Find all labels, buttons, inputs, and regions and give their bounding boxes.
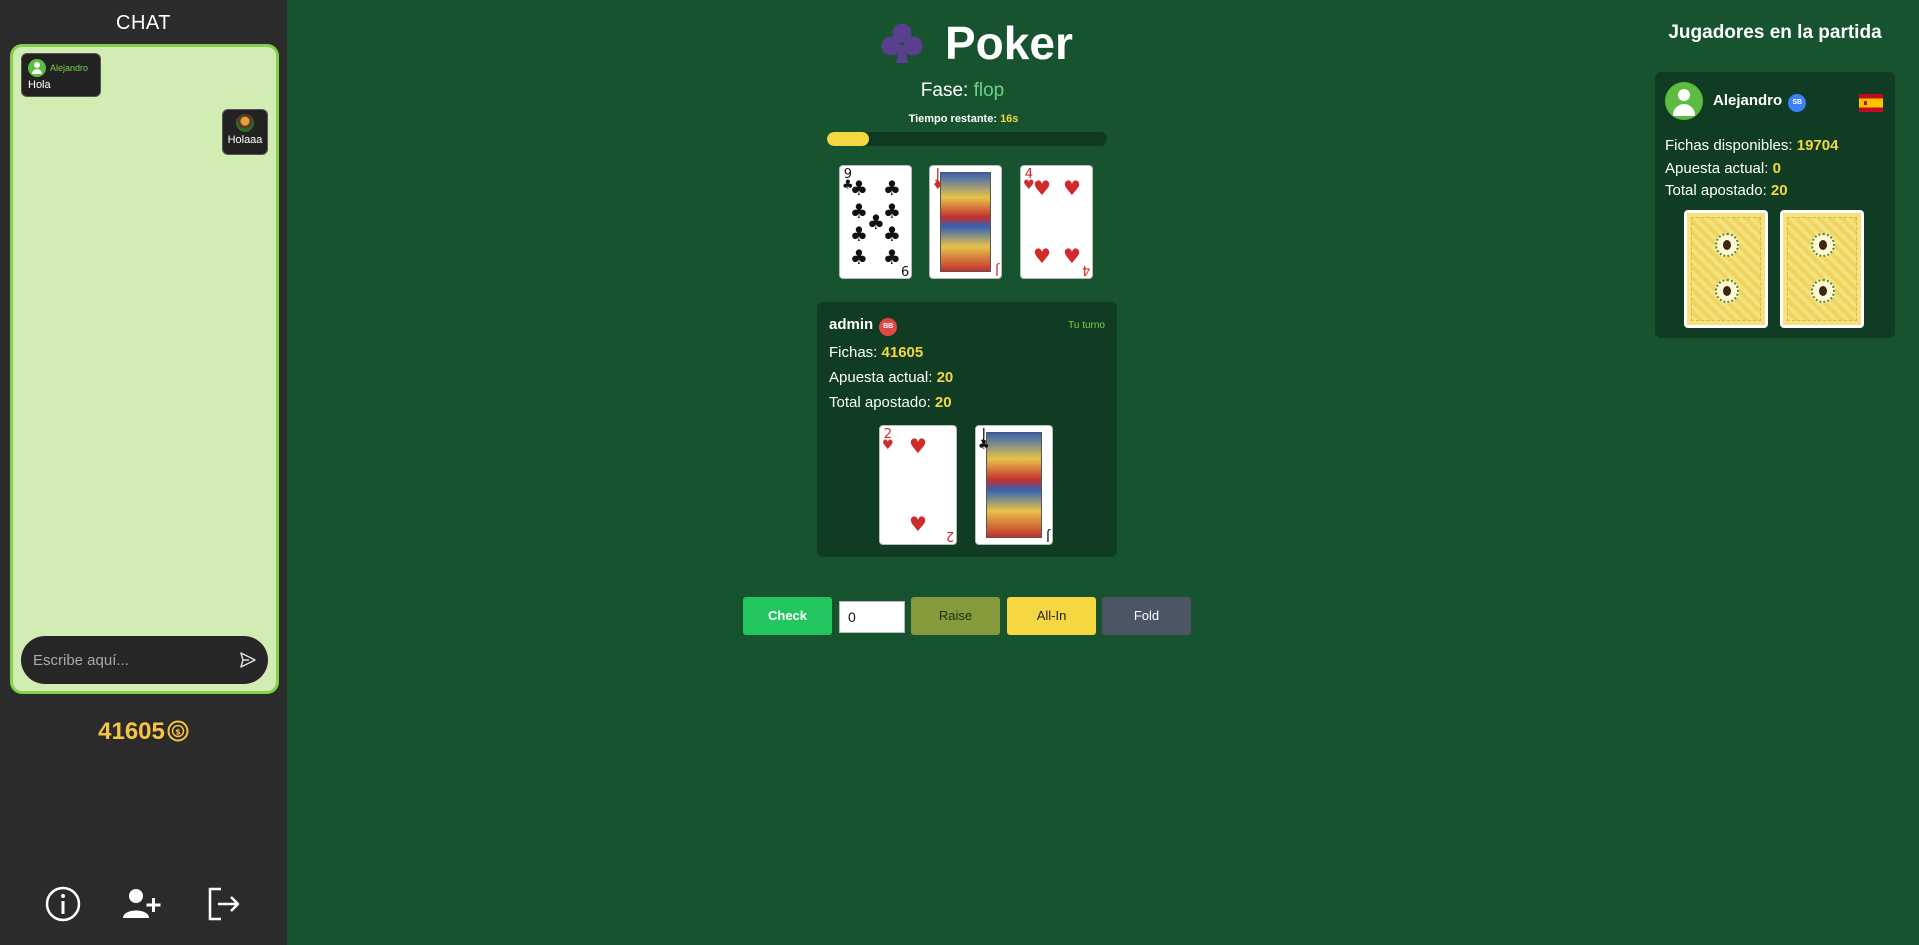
hand-card: J ♣ J — [975, 425, 1053, 545]
raise-button[interactable]: Raise — [911, 597, 1000, 635]
opponent-bet: Apuesta actual: 0 — [1665, 160, 1781, 177]
community-card: 4 ♥ ♥ ♥ ♥ ♥ 4 — [1020, 165, 1093, 279]
check-button[interactable]: Check — [743, 597, 832, 635]
all-in-button[interactable]: All-In — [1007, 597, 1096, 635]
card-suit: ♥ — [882, 438, 894, 453]
card-corner: 2 ♥ — [882, 428, 894, 453]
timer-progress-bar — [827, 132, 1107, 146]
player-total: Total apostado: 20 — [829, 394, 952, 411]
card-suit: ♣ — [978, 438, 990, 453]
chat-input-bar — [21, 636, 268, 684]
opponent-chips: Fichas disponibles: 19704 — [1665, 137, 1838, 154]
chat-message-user: Alejandro — [50, 63, 89, 73]
balance-value: 41605 — [98, 718, 165, 745]
opponent-chips-label: Fichas disponibles: — [1665, 137, 1793, 154]
page-title: Poker — [945, 17, 1073, 69]
players-title: Jugadores en la partida — [1668, 22, 1882, 43]
jack-face-art — [986, 432, 1042, 538]
timer-label: Tiempo restante: — [908, 113, 997, 125]
opponent-chips-value: 19704 — [1796, 137, 1839, 154]
user-avatar-icon — [1665, 82, 1703, 120]
hand-card: 2 ♥ ♥ ♥ 2 — [879, 425, 957, 545]
fold-button[interactable]: Fold — [1102, 597, 1191, 635]
big-blind-badge: BB — [879, 318, 898, 336]
phase-label: Fase: — [920, 80, 969, 101]
opponent-name: Alejandro — [1713, 92, 1783, 109]
opponent-total-label: Total apostado: — [1665, 182, 1767, 199]
card-rank: 9 — [900, 262, 909, 277]
player-bet-value: 20 — [936, 369, 954, 386]
card-back — [1780, 210, 1864, 328]
card-corner: 4 — [1081, 262, 1090, 277]
send-icon[interactable] — [238, 650, 258, 670]
player-bet: Apuesta actual: 20 — [829, 369, 953, 386]
community-card: J ♦ J — [929, 165, 1002, 279]
opponent-name-row: Alejandro SB — [1713, 92, 1807, 112]
small-blind-badge: SB — [1788, 94, 1807, 112]
player-bet-label: Apuesta actual: — [829, 369, 933, 386]
chat-input[interactable] — [33, 648, 233, 672]
turn-timer: Tiempo restante: 16s — [0, 113, 1919, 125]
sidebar: CHAT Alejandro Hola Holaaa 41605 $ — [0, 0, 287, 945]
club-suit-icon — [881, 23, 923, 63]
opponent-total-value: 20 — [1770, 182, 1788, 199]
card-corner: 2 — [945, 528, 954, 543]
opponent-panel: Alejandro SB Fichas disponibles: 19704 Ap… — [1655, 72, 1895, 338]
bet-amount-input[interactable] — [839, 601, 905, 633]
spain-flag-icon — [1859, 94, 1883, 112]
player-chips-value: 41605 — [881, 344, 924, 361]
card-corner: J — [995, 262, 999, 277]
game-phase: Fase: flop — [0, 80, 1919, 102]
opponent-total: Total apostado: 20 — [1665, 182, 1788, 199]
add-friend-icon[interactable] — [120, 884, 164, 924]
card-corner: J ♦ — [932, 168, 944, 193]
opponent-bet-value: 0 — [1772, 160, 1781, 177]
user-avatar-icon — [28, 59, 46, 77]
timer-value: 16s — [1000, 113, 1019, 125]
timer-progress-fill — [827, 132, 869, 146]
card-rank: 4 — [1081, 262, 1090, 277]
player-total-value: 20 — [934, 394, 952, 411]
player-chips: Fichas: 41605 — [829, 344, 923, 361]
card-corner: 9 — [900, 262, 909, 277]
player-name-row: admin BB — [829, 316, 898, 336]
coin-icon: $ — [167, 720, 189, 742]
card-corner: J ♣ — [978, 428, 990, 453]
chat-title: CHAT — [116, 12, 171, 34]
chat-message-text: Holaaa — [227, 134, 263, 146]
player-name: admin — [829, 316, 874, 333]
card-rank: J — [1046, 528, 1050, 543]
community-card: 9 ♣ ♣ ♣ ♣ ♣ ♣ ♣ ♣ ♣ ♣ 9 — [839, 165, 912, 279]
turn-indicator: Tu turno — [1068, 320, 1105, 331]
balance-display: 41605 $ — [0, 718, 287, 746]
card-rank: J — [995, 262, 999, 277]
player-chips-label: Fichas: — [829, 344, 878, 361]
card-rank: 2 — [945, 528, 954, 543]
card-back — [1684, 210, 1768, 328]
logout-icon[interactable] — [204, 884, 244, 924]
sidebar-actions — [0, 884, 287, 924]
card-suit: ♦ — [932, 178, 944, 193]
svg-text:$: $ — [175, 728, 181, 737]
player-total-label: Total apostado: — [829, 394, 931, 411]
jack-face-art — [940, 172, 991, 272]
chat-panel: Alejandro Hola Holaaa — [10, 44, 279, 694]
phase-value: flop — [973, 80, 1005, 101]
card-corner: J — [1046, 528, 1050, 543]
opponent-bet-label: Apuesta actual: — [1665, 160, 1769, 177]
player-panel: admin BB Tu turno Fichas: 41605 Apuesta a… — [817, 302, 1117, 557]
info-icon[interactable] — [43, 884, 83, 924]
